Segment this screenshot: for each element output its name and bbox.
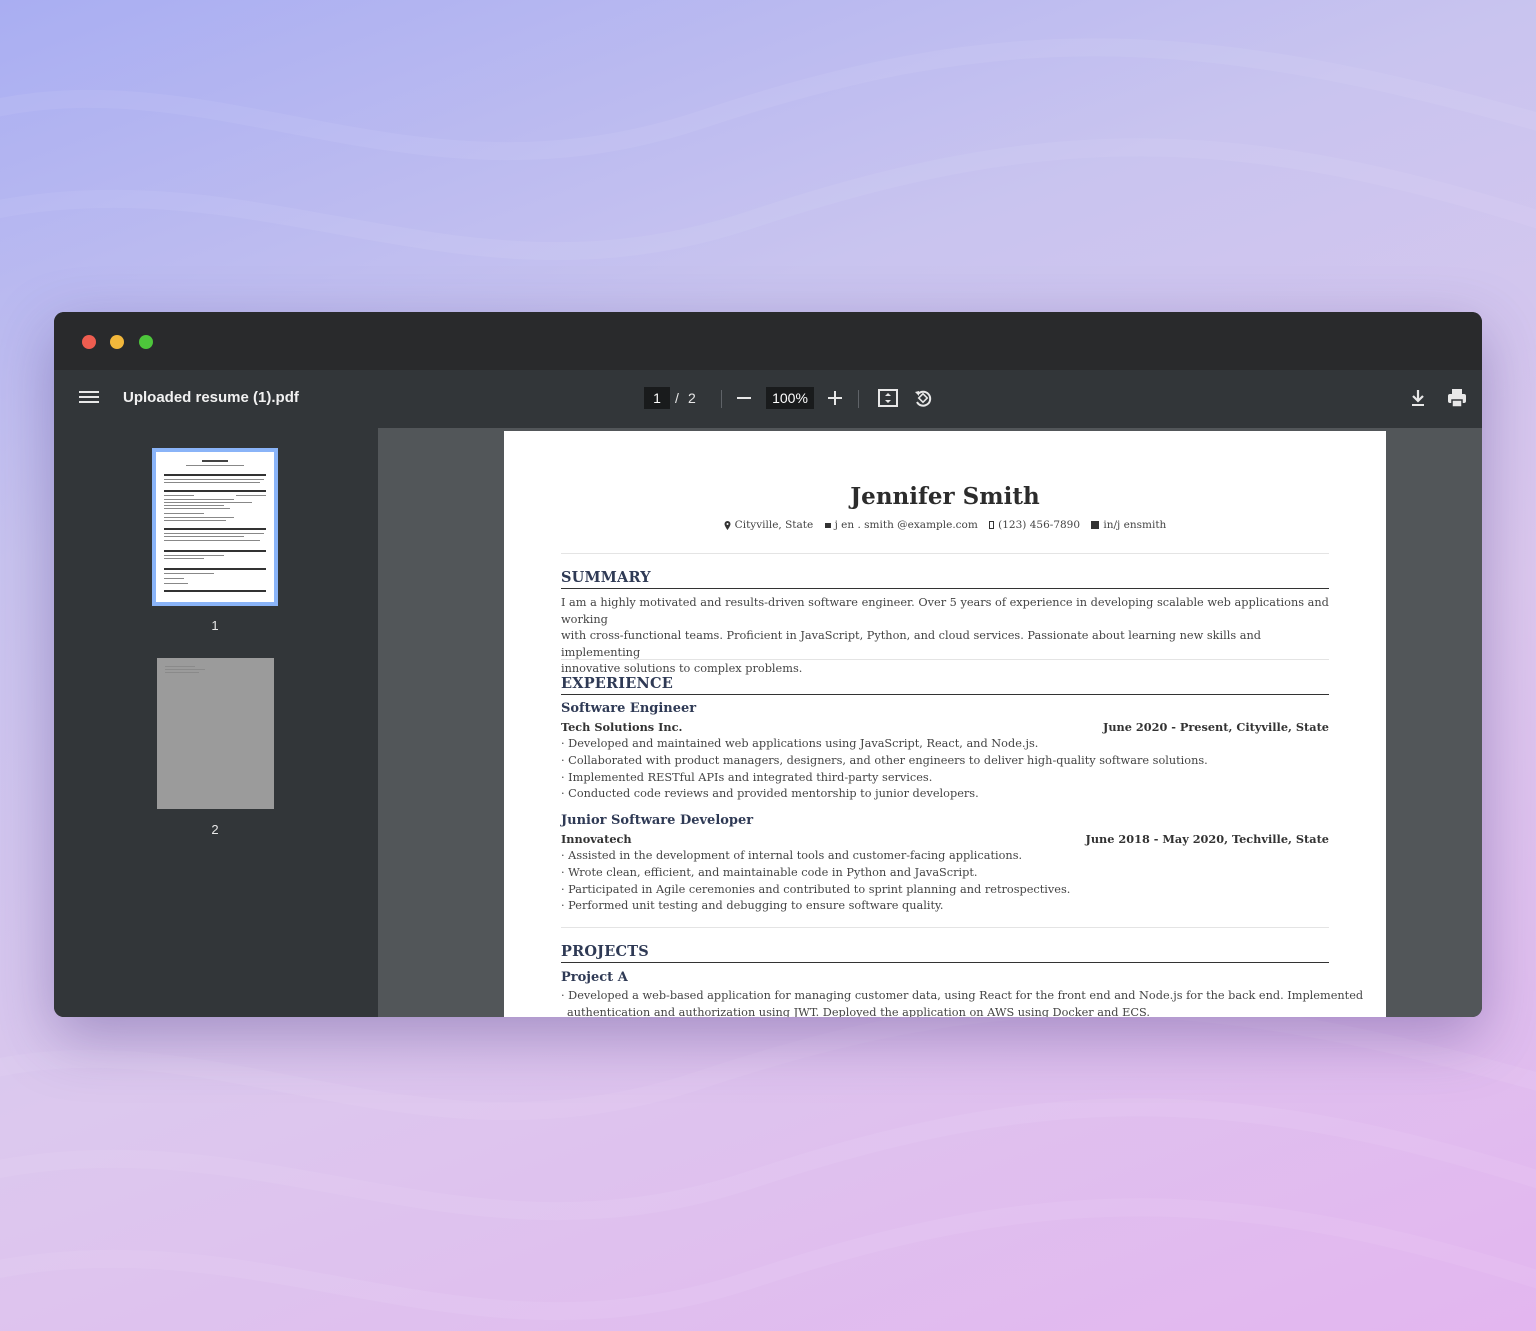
summary-text: I am a highly motivated and results-driv…	[561, 595, 1331, 678]
document-viewer[interactable]: Jennifer Smith Cityville, State j en . s…	[378, 428, 1482, 1017]
phone-icon	[989, 521, 995, 529]
summary-line: I am a highly motivated and results-driv…	[561, 596, 1329, 626]
bullet-item: · Implemented RESTful APIs and integrate…	[561, 770, 933, 784]
zoom-in-button[interactable]	[822, 385, 848, 411]
rotate-button[interactable]	[910, 385, 936, 411]
contact-location: Cityville, State	[734, 519, 814, 531]
toolbar-divider	[721, 390, 722, 408]
zoom-out-button[interactable]	[731, 385, 757, 411]
total-pages: 2	[688, 390, 696, 406]
job-dates: June 2020 - Present, Cityville, State	[1102, 720, 1329, 734]
divider	[561, 553, 1329, 554]
experience-heading: EXPERIENCE	[561, 675, 1329, 695]
print-button[interactable]	[1444, 385, 1470, 411]
minus-icon	[737, 397, 751, 399]
contact-phone: (123) 456-7890	[998, 519, 1081, 531]
download-icon	[1412, 390, 1424, 406]
job-dates: June 2018 - May 2020, Techville, State	[1085, 832, 1329, 846]
email-icon	[824, 522, 831, 528]
bullet-item: authentication and authorization using J…	[567, 1005, 1150, 1017]
job-title: Junior Software Developer	[561, 813, 754, 828]
minimize-window-button[interactable]	[110, 335, 124, 349]
bullet-item: · Assisted in the development of interna…	[561, 849, 1023, 862]
bullet-item: · Developed and maintained web applicati…	[561, 737, 1039, 750]
project-title: Project A	[561, 970, 628, 985]
project-bullets: · Developed a web-based application for …	[561, 988, 1364, 1017]
page-separator: /	[675, 390, 679, 406]
rotate-icon	[915, 390, 932, 407]
close-window-button[interactable]	[82, 335, 96, 349]
bullet-item: · Wrote clean, efficient, and maintainab…	[561, 865, 978, 879]
bullet-item: · Collaborated with product managers, de…	[561, 753, 1208, 767]
page-thumbnail-1[interactable]	[152, 448, 278, 606]
job-bullets: · Assisted in the development of interna…	[561, 848, 1331, 915]
divider	[561, 659, 1329, 660]
contact-line: Cityville, State j en . smith @example.c…	[504, 519, 1386, 531]
thumbnail-label-2: 2	[211, 822, 219, 837]
maximize-window-button[interactable]	[139, 335, 153, 349]
download-button[interactable]	[1405, 385, 1431, 411]
job-company: Tech Solutions Inc.	[561, 720, 683, 734]
projects-heading: PROJECTS	[561, 943, 1329, 963]
fit-page-button[interactable]	[875, 385, 901, 411]
menu-icon[interactable]	[78, 388, 100, 410]
page-thumbnail-2[interactable]	[157, 658, 274, 809]
bullet-item: · Participated in Agile ceremonies and c…	[561, 882, 1071, 896]
pdf-page-1: Jennifer Smith Cityville, State j en . s…	[504, 431, 1386, 1017]
bullet-item: · Performed unit testing and debugging t…	[561, 899, 944, 913]
toolbar-divider	[858, 390, 859, 408]
summary-line: with cross-functional teams. Proficient …	[561, 629, 1261, 659]
document-title: Uploaded resume (1).pdf	[123, 389, 299, 406]
current-page-input[interactable]	[644, 387, 670, 409]
resume-name: Jennifer Smith	[850, 483, 1040, 510]
thumbnail-sidebar: 1 2	[54, 428, 378, 1017]
bullet-item: · Developed a web-based application for …	[561, 989, 1364, 1002]
pdf-viewer-window: Uploaded resume (1).pdf / 2	[54, 312, 1482, 1017]
linkedin-icon	[1091, 521, 1100, 529]
zoom-input[interactable]	[766, 387, 814, 409]
window-titlebar	[54, 312, 1482, 370]
contact-linkedin[interactable]: in/j ensmith	[1103, 519, 1166, 531]
job-company: Innovatech	[561, 832, 632, 846]
contact-email[interactable]: j en . smith @example.com	[835, 519, 978, 531]
fit-to-page-icon	[878, 389, 898, 407]
plus-icon	[828, 391, 842, 405]
job-title: Software Engineer	[561, 701, 697, 716]
print-icon	[1448, 389, 1466, 408]
job-bullets: · Developed and maintained web applicati…	[561, 736, 1331, 803]
summary-heading: SUMMARY	[561, 569, 1329, 589]
location-pin-icon	[724, 520, 731, 530]
pdf-toolbar: Uploaded resume (1).pdf / 2	[54, 370, 1482, 428]
divider	[561, 927, 1329, 928]
bullet-item: · Conducted code reviews and provided me…	[561, 787, 979, 801]
thumbnail-label-1: 1	[211, 618, 219, 633]
